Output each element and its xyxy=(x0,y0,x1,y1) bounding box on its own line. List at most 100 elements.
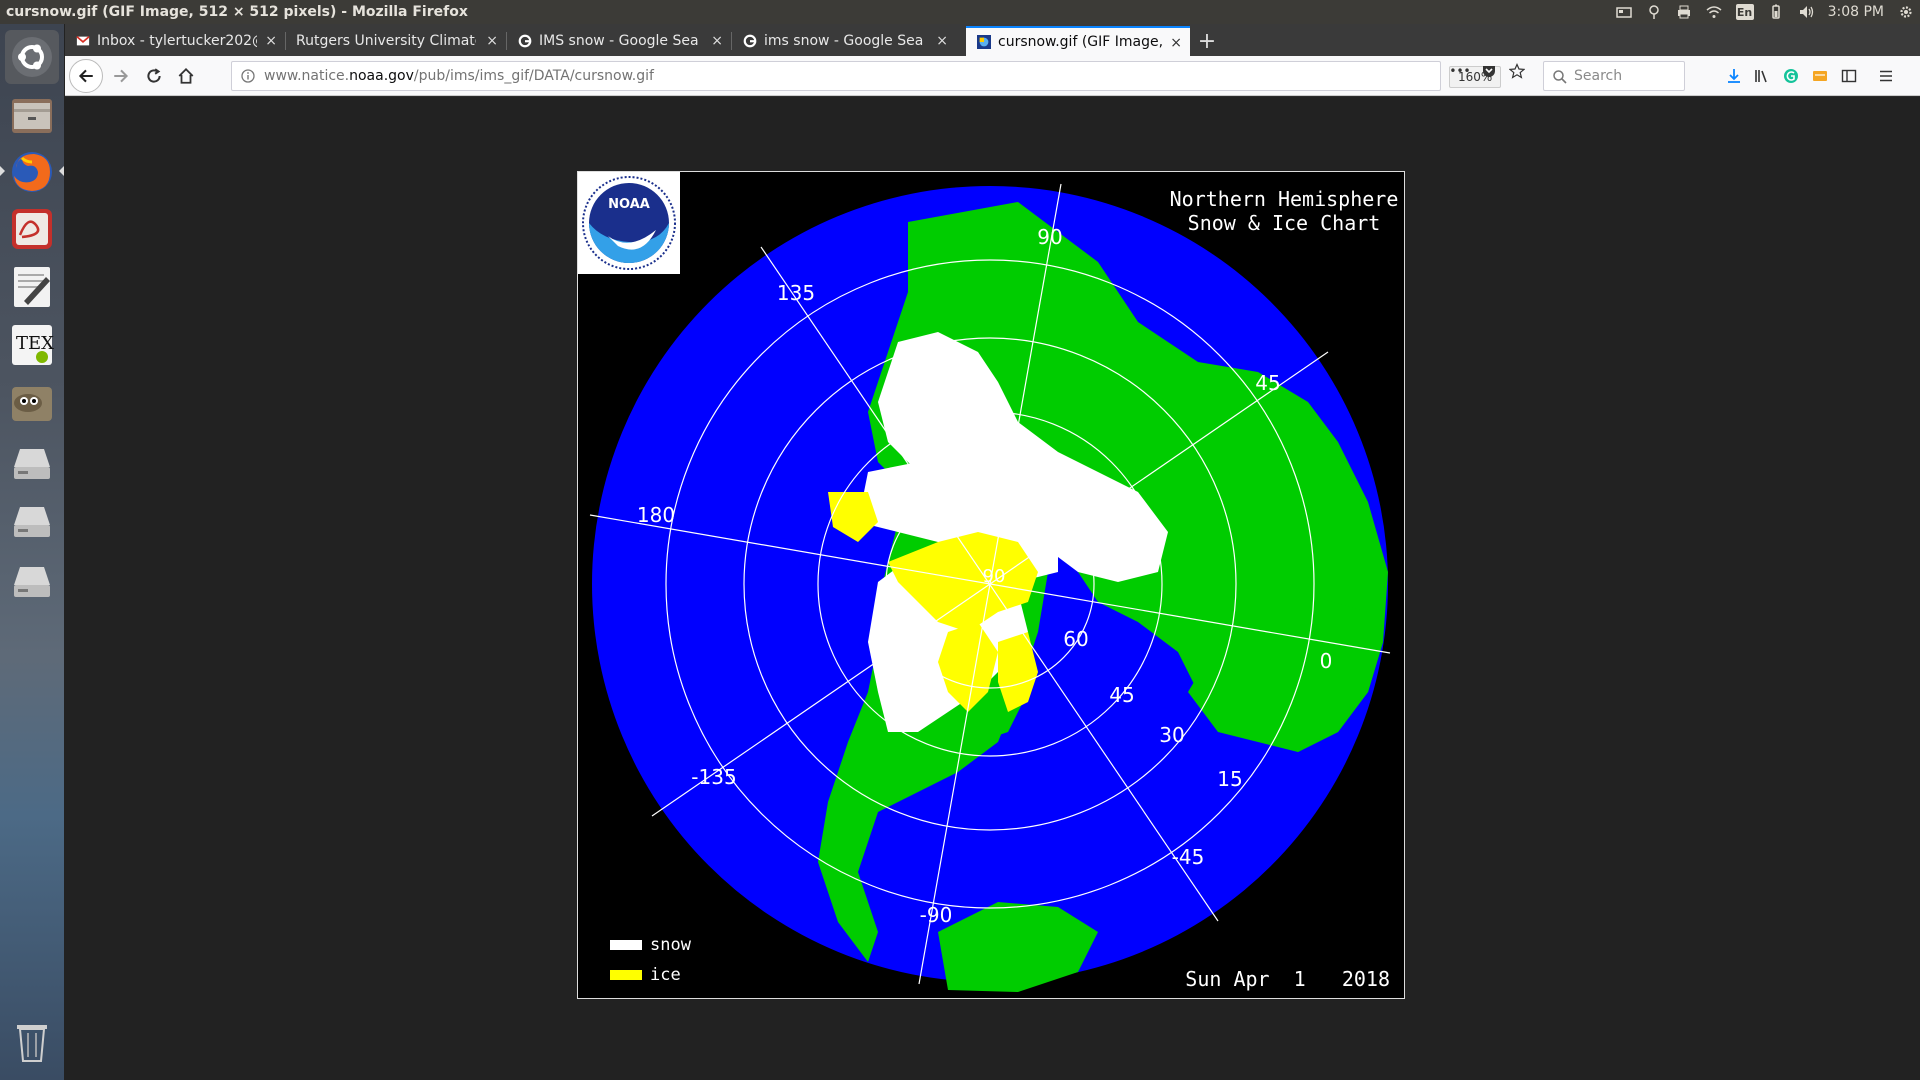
volume-icon[interactable] xyxy=(1798,4,1814,20)
tab-label: Rutgers University Climate xyxy=(296,33,476,49)
tab-rutgers[interactable]: Rutgers University Climate × xyxy=(286,26,506,56)
tab-close-button[interactable]: × xyxy=(265,33,277,49)
trash-icon[interactable] xyxy=(5,1014,59,1068)
settings-gear-icon[interactable] xyxy=(1898,4,1914,20)
lat-label-30: 30 xyxy=(1159,723,1184,747)
launcher: TEX xyxy=(0,24,65,1080)
lon-label-135: 135 xyxy=(777,281,815,305)
lon-label-neg135: -135 xyxy=(691,765,736,789)
tab-close-button[interactable]: × xyxy=(936,33,948,49)
library-icon[interactable] xyxy=(1752,66,1772,86)
tab-label: ims snow - Google Search xyxy=(764,33,924,49)
running-indicator xyxy=(59,166,64,176)
lat-label-15: 15 xyxy=(1217,767,1242,791)
text-editor-icon[interactable] xyxy=(5,260,59,314)
location-icon[interactable] xyxy=(1646,4,1662,20)
page-actions-menu-icon[interactable]: ••• xyxy=(1449,61,1470,81)
sidebar-icon[interactable] xyxy=(1839,66,1859,86)
window-title: cursnow.gif (GIF Image, 512 × 512 pixels… xyxy=(6,4,468,20)
chart-date: Sun Apr 1 2018 xyxy=(1185,967,1390,991)
home-icon xyxy=(178,67,194,84)
legend-swatch-ice xyxy=(610,970,642,980)
drive-icon[interactable] xyxy=(5,494,59,548)
tab-inbox[interactable]: Inbox - tylertucker202@ × xyxy=(65,26,285,56)
firefox-window: Inbox - tylertucker202@ × Rutgers Univer… xyxy=(65,24,1920,1080)
url-host: noaa.gov xyxy=(349,68,414,84)
google-icon xyxy=(742,33,758,49)
bookmark-star-icon[interactable] xyxy=(1507,61,1527,81)
tab-ims-snow-search[interactable]: IMS snow - Google Search × xyxy=(507,26,731,56)
svg-text:TEX: TEX xyxy=(16,333,54,354)
navigation-toolbar: www.natice.noaa.gov/pub/ims/ims_gif/DATA… xyxy=(65,56,1920,96)
printer-icon[interactable] xyxy=(1676,4,1692,20)
tab-ims-snow-search-2[interactable]: ims snow - Google Search × xyxy=(732,26,956,56)
clock[interactable]: 3:08 PM xyxy=(1828,4,1884,20)
back-button[interactable] xyxy=(69,59,103,93)
lat-label-pole: 90 xyxy=(983,566,1006,587)
lon-label-90: 90 xyxy=(1037,225,1062,249)
tab-bar: Inbox - tylertucker202@ × Rutgers Univer… xyxy=(65,24,1920,56)
arrow-right-icon xyxy=(114,69,129,83)
lon-label-180: 180 xyxy=(637,503,675,527)
lon-label-neg45: -45 xyxy=(1172,845,1205,869)
lon-label-neg90: -90 xyxy=(920,903,953,927)
chart-title-line1: Northern Hemisphere xyxy=(1170,187,1399,211)
url-bar[interactable]: www.natice.noaa.gov/pub/ims/ims_gif/DATA… xyxy=(231,61,1502,91)
files-icon[interactable] xyxy=(5,88,59,142)
firefox-icon[interactable] xyxy=(5,145,59,199)
drive-icon[interactable] xyxy=(5,554,59,608)
url-prefix: www.natice. xyxy=(264,68,350,84)
grammarly-icon[interactable] xyxy=(1781,66,1801,86)
noaa-icon xyxy=(976,34,992,50)
legend-label-ice: ice xyxy=(650,965,681,985)
tab-label: IMS snow - Google Search xyxy=(539,33,699,49)
extension-icon[interactable] xyxy=(1810,66,1830,86)
tab-label: Inbox - tylertucker202@ xyxy=(97,33,257,49)
tab-close-button[interactable]: × xyxy=(486,33,498,49)
lat-label-45: 45 xyxy=(1109,683,1134,707)
drive-icon[interactable] xyxy=(5,436,59,490)
home-button[interactable] xyxy=(171,61,201,91)
hamburger-menu-icon[interactable] xyxy=(1876,66,1896,86)
tab-close-button[interactable]: × xyxy=(1170,35,1182,51)
page-content: 90 135 45 180 0 -135 -45 -90 60 45 30 15… xyxy=(65,97,1920,1080)
system-tray: En 3:08 PM xyxy=(1615,0,1914,24)
reload-icon xyxy=(147,68,161,83)
search-input[interactable] xyxy=(1574,66,1679,86)
downloads-icon[interactable] xyxy=(1724,66,1744,86)
tab-label: cursnow.gif (GIF Image, 512 × 512 pixels… xyxy=(998,34,1163,50)
chart-title-line2: Snow & Ice Chart xyxy=(1188,211,1381,235)
screen-icon[interactable] xyxy=(1615,4,1632,20)
arrow-left-icon xyxy=(78,69,93,83)
search-box[interactable] xyxy=(1543,61,1685,91)
info-icon[interactable] xyxy=(240,68,256,84)
legend-swatch-snow xyxy=(610,940,642,950)
search-icon xyxy=(1552,69,1568,85)
noaa-logo-text: NOAA xyxy=(608,197,650,212)
forward-button[interactable] xyxy=(106,61,136,91)
polar-map: 90 135 45 180 0 -135 -45 -90 60 45 30 15… xyxy=(578,172,1404,998)
google-icon xyxy=(517,33,533,49)
lat-label-60: 60 xyxy=(1063,627,1088,651)
tex-icon[interactable]: TEX xyxy=(5,318,59,372)
ubuntu-dash-icon[interactable] xyxy=(5,30,59,84)
gimp-icon[interactable] xyxy=(5,376,59,430)
reload-button[interactable] xyxy=(139,61,169,91)
url-path: /pub/ims/ims_gif/DATA/cursnow.gif xyxy=(413,68,654,84)
noaa-logo: NOAA xyxy=(578,172,680,274)
top-panel: cursnow.gif (GIF Image, 512 × 512 pixels… xyxy=(0,0,1920,24)
tab-cursnow-gif[interactable]: cursnow.gif (GIF Image, 512 × 512 pixels… xyxy=(966,26,1190,56)
lon-label-45: 45 xyxy=(1255,371,1280,395)
url-text[interactable]: www.natice.noaa.gov/pub/ims/ims_gif/DATA… xyxy=(264,68,654,84)
keyboard-layout-indicator[interactable]: En xyxy=(1735,4,1754,20)
battery-icon[interactable] xyxy=(1768,4,1784,20)
lon-label-0: 0 xyxy=(1320,649,1333,673)
legend-label-snow: snow xyxy=(650,935,692,955)
gmail-icon xyxy=(75,33,91,49)
evince-icon[interactable] xyxy=(5,202,59,256)
wifi-icon[interactable] xyxy=(1706,4,1722,20)
tab-close-button[interactable]: × xyxy=(711,33,723,49)
snow-ice-chart-image[interactable]: 90 135 45 180 0 -135 -45 -90 60 45 30 15… xyxy=(577,171,1405,999)
new-tab-button[interactable]: + xyxy=(1194,28,1220,54)
pocket-icon[interactable] xyxy=(1479,61,1499,81)
